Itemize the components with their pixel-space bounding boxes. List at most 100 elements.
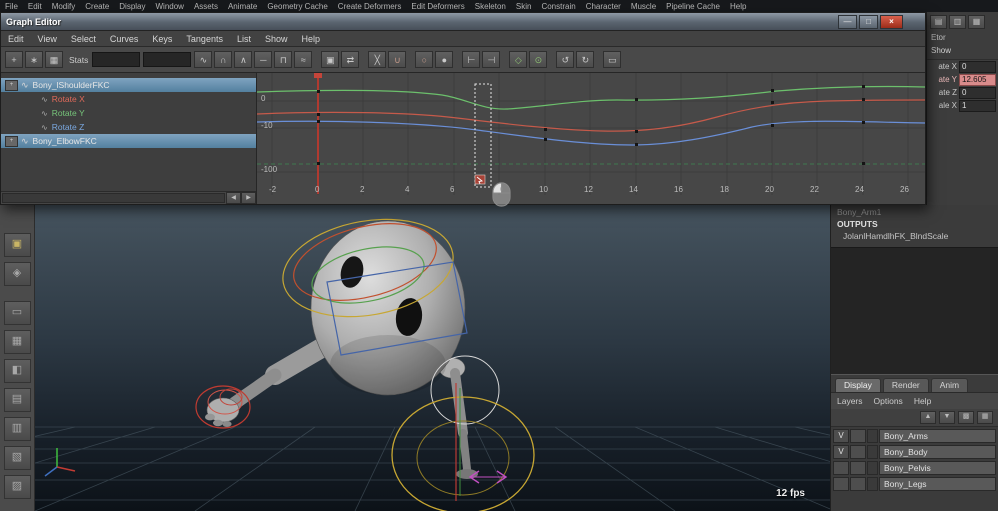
layer-menu-item[interactable]: Layers (837, 396, 863, 406)
outliner-persp-layout-icon[interactable]: ◧ (4, 359, 31, 383)
tool-settings-toggle-icon[interactable]: ▥ (949, 15, 966, 29)
move-nearest-picked-key-tool-icon[interactable]: + (5, 51, 23, 68)
scroll-right-icon[interactable]: ▶ (241, 192, 256, 204)
two-pane-side-layout-icon[interactable]: ▥ (4, 417, 31, 441)
value-snap-icon[interactable]: ⊣ (482, 51, 500, 68)
time-snap-icon[interactable]: ⊢ (462, 51, 480, 68)
graph-editor-menu-item[interactable]: Select (64, 34, 103, 44)
layer-visibility-toggle[interactable]: V (833, 429, 849, 443)
single-pane-layout-icon[interactable]: ▭ (4, 301, 31, 325)
perspective-viewport[interactable]: 12 fps (35, 205, 830, 511)
layer-row[interactable]: V Bony_Body (833, 445, 996, 459)
channel-value-field[interactable]: 0 (959, 61, 996, 73)
layer-display-type-box[interactable] (850, 429, 866, 443)
lattice-deform-keys-tool-icon[interactable]: ▦ (45, 51, 63, 68)
insert-keys-tool-icon[interactable]: ∗ (25, 51, 43, 68)
graph-editor-titlebar[interactable]: Graph Editor — □ × (1, 13, 925, 31)
move-layer-down-icon[interactable]: ▼ (939, 411, 955, 424)
graph-editor-menu-item[interactable]: List (230, 34, 258, 44)
outliner-channel-row[interactable]: ∿ Rotate Z (1, 120, 256, 134)
linear-tangents-icon[interactable]: ∧ (234, 51, 252, 68)
stats-value-field[interactable] (143, 52, 191, 67)
graph-editor-menu-item[interactable]: Edit (1, 34, 31, 44)
main-menu-item[interactable]: Muscle (626, 2, 661, 11)
channel-value-field[interactable]: 12.605 (959, 74, 996, 86)
template-channel-icon[interactable]: ◇ (509, 51, 527, 68)
main-menu-item[interactable]: Help (725, 2, 751, 11)
flat-tangents-icon[interactable]: ─ (254, 51, 272, 68)
main-menu-item[interactable]: Skin (511, 2, 537, 11)
layer-display-type-box[interactable] (850, 477, 866, 491)
outliner-node-row[interactable]: + ∿ Bony_lShoulderFKC (1, 78, 256, 92)
layer-visibility-toggle[interactable] (833, 477, 849, 491)
expand-node-icon[interactable]: + (5, 136, 18, 147)
main-menu-item[interactable]: Animate (223, 2, 262, 11)
tab-display[interactable]: Display (835, 378, 881, 392)
channel-box-show-menu[interactable]: Show (927, 43, 998, 60)
new-empty-layer-icon[interactable]: ▩ (958, 411, 974, 424)
pin-channel-icon[interactable]: ⊙ (529, 51, 547, 68)
snap-mode-icon[interactable]: ◈ (4, 262, 31, 286)
graph-plot-region[interactable]: 0 -10 -100 -202468101214161820222426 (257, 73, 925, 204)
scrollbar-track[interactable] (2, 193, 225, 203)
layer-menu-item[interactable]: Help (914, 396, 931, 406)
maximize-button[interactable]: □ (859, 15, 878, 29)
layer-name[interactable]: Bony_Arms (879, 429, 996, 443)
layer-row[interactable]: Bony_Pelvis (833, 461, 996, 475)
channel-value-field[interactable]: 1 (959, 100, 996, 112)
expand-node-icon[interactable]: + (5, 80, 18, 91)
lock-tangent-weight-icon[interactable]: ● (435, 51, 453, 68)
graph-editor-menu-item[interactable]: Show (258, 34, 295, 44)
outliner-scrollbar[interactable]: ◀ ▶ (1, 191, 256, 204)
scroll-left-icon[interactable]: ◀ (226, 192, 241, 204)
main-menu-item[interactable]: Display (114, 2, 150, 11)
layer-name[interactable]: Bony_Body (879, 445, 996, 459)
channel-value-field[interactable]: 0 (959, 87, 996, 99)
channel-box-toggle-icon[interactable]: ▦ (968, 15, 985, 29)
attribute-editor-toggle-icon[interactable]: ▤ (930, 15, 947, 29)
outliner-channel-row[interactable]: ∿ Rotate Y (1, 106, 256, 120)
main-menu-item[interactable]: Modify (47, 2, 81, 11)
unify-tangents-icon[interactable]: ∪ (388, 51, 406, 68)
outliner-channel-row[interactable]: ∿ Rotate X (1, 92, 256, 106)
new-layer-from-selected-icon[interactable]: ▦ (977, 411, 993, 424)
layer-name[interactable]: Bony_Pelvis (879, 461, 996, 475)
swap-buffer-curve-icon[interactable]: ⇄ (341, 51, 359, 68)
layer-row[interactable]: Bony_Legs (833, 477, 996, 491)
break-tangents-icon[interactable]: ╳ (368, 51, 386, 68)
main-menu-item[interactable]: Edit (23, 2, 47, 11)
layer-display-type-box[interactable] (850, 445, 866, 459)
main-menu-item[interactable]: Create Deformers (333, 2, 407, 11)
main-menu-item[interactable]: Character (581, 2, 626, 11)
layer-display-type-box[interactable] (850, 461, 866, 475)
plateau-tangents-icon[interactable]: ≈ (294, 51, 312, 68)
pre-infinity-cycle-icon[interactable]: ↺ (556, 51, 574, 68)
main-menu-item[interactable]: Skeleton (470, 2, 511, 11)
output-node-item[interactable]: JolanlHamdlhFK_BlndScale (831, 229, 998, 244)
layer-visibility-toggle[interactable]: V (833, 445, 849, 459)
graph-editor-menu-item[interactable]: View (31, 34, 64, 44)
stats-time-field[interactable] (92, 52, 140, 67)
main-menu-item[interactable]: Assets (189, 2, 223, 11)
layer-row[interactable]: V Bony_Arms (833, 429, 996, 443)
layer-menu-item[interactable]: Options (874, 396, 903, 406)
hypergraph-persp-layout-icon[interactable]: ▨ (4, 475, 31, 499)
tab-anim[interactable]: Anim (931, 378, 968, 392)
frame-playback-range-icon[interactable]: ▭ (603, 51, 621, 68)
free-tangent-weight-icon[interactable]: ○ (415, 51, 433, 68)
layer-visibility-toggle[interactable] (833, 461, 849, 475)
main-menu-item[interactable]: File (0, 2, 23, 11)
two-pane-stacked-layout-icon[interactable]: ▤ (4, 388, 31, 412)
four-pane-layout-icon[interactable]: ▦ (4, 330, 31, 354)
main-menu-item[interactable]: Window (151, 2, 189, 11)
graph-editor-menu-item[interactable]: Keys (145, 34, 179, 44)
outliner-node-row[interactable]: + ∿ Bony_ElbowFKC (1, 134, 256, 148)
main-menu-item[interactable]: Geometry Cache (262, 2, 332, 11)
main-menu-item[interactable]: Create (80, 2, 114, 11)
minimize-button[interactable]: — (838, 15, 857, 29)
clamped-tangents-icon[interactable]: ∩ (214, 51, 232, 68)
poly-cube-icon[interactable]: ▣ (4, 233, 31, 257)
graph-editor-menu-item[interactable]: Tangents (179, 34, 230, 44)
close-button[interactable]: × (880, 15, 903, 29)
three-pane-split-layout-icon[interactable]: ▧ (4, 446, 31, 470)
